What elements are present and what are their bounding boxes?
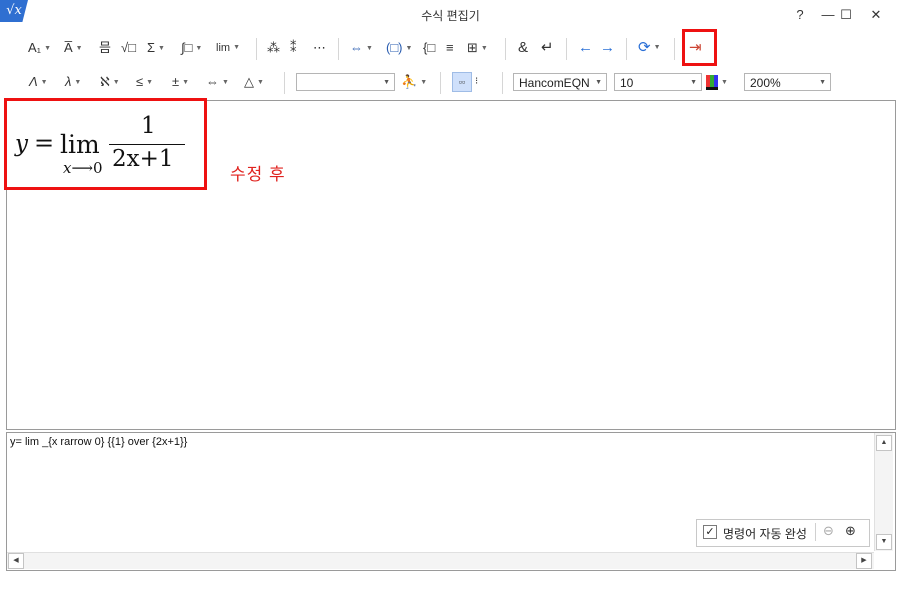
- horizontal-scrollbar[interactable]: ◀ ▶: [7, 552, 874, 569]
- vertical-scrollbar[interactable]: ▲ ▼: [874, 433, 893, 551]
- zoom-out-icon[interactable]: ⊖: [823, 523, 834, 539]
- style-format-icon: A₁: [28, 40, 42, 55]
- inline-mode-icon: ▫▫: [458, 77, 466, 87]
- lines-icon: ≡: [446, 40, 454, 55]
- toolbar-separator: [284, 72, 285, 94]
- greek-upper-icon: Λ: [29, 74, 38, 89]
- lines-button[interactable]: ≡: [446, 36, 454, 60]
- root-button[interactable]: √□: [121, 36, 136, 60]
- operator-icon: ±: [172, 74, 180, 89]
- font-combo[interactable]: HancomEQN ▼: [513, 73, 607, 91]
- toolbar-separator: [626, 38, 627, 60]
- zoom-combo[interactable]: 200% ▼: [744, 73, 831, 91]
- cases-icon: {□: [423, 40, 436, 55]
- greek-upper-button[interactable]: Λ ▼: [29, 70, 48, 94]
- ampersand-icon: &: [518, 39, 529, 56]
- text-color-button[interactable]: ▼: [706, 70, 728, 94]
- matrix-a-icon: ⁂: [267, 40, 280, 55]
- misc-symbol-button[interactable]: △ ▼: [244, 70, 264, 94]
- sum-button[interactable]: Σ ▼: [147, 36, 165, 60]
- toolbar-separator: [440, 72, 441, 94]
- display-mode-button[interactable]: ⁝: [475, 70, 478, 94]
- toolbar-row-1: A₁ ▼ A̅ ▼ 믐 √□ Σ ▼ ∫□ ▼ lim ▼ ⁂ ⁑ ⋯ ⇔ ▼ (□) ▼ {…: [0, 34, 901, 62]
- toolbar-separator: [256, 38, 257, 60]
- matrix-b-button[interactable]: ⁑: [290, 36, 297, 60]
- greek-lower-button[interactable]: λ ▼: [65, 70, 81, 94]
- integral-button[interactable]: ∫□ ▼: [181, 36, 202, 60]
- inline-mode-button[interactable]: ▫▫: [452, 72, 472, 92]
- undo-button[interactable]: ←: [578, 36, 593, 60]
- exit-button-highlight: [682, 29, 717, 66]
- cases-button[interactable]: {□: [423, 36, 435, 60]
- display-mode-icon: ⁝: [475, 76, 479, 87]
- toolbar-separator: [674, 38, 675, 60]
- toolbar-separator: [505, 38, 506, 60]
- toolbar-separator: [502, 72, 503, 94]
- limit-button[interactable]: lim ▼: [216, 36, 240, 60]
- person-icon: ⛹: [401, 74, 418, 89]
- enter-icon: ↵: [541, 39, 554, 56]
- scroll-down-button[interactable]: ▼: [876, 534, 892, 550]
- root-icon: √□: [121, 40, 136, 55]
- style-format-button[interactable]: A₁ ▼: [28, 36, 51, 60]
- grid-icon: ⊞: [467, 40, 478, 55]
- zoom-in-icon[interactable]: ⊕: [845, 523, 856, 539]
- relation-icon: ≤: [136, 74, 144, 89]
- limit-icon: lim: [216, 42, 231, 54]
- annotation-note: 수정 후: [230, 165, 286, 184]
- close-button[interactable]: ✕: [862, 4, 890, 26]
- matrix-b-icon: ⁑: [290, 40, 297, 55]
- integral-icon: ∫□: [181, 40, 193, 55]
- accent-icon: A̅: [64, 40, 73, 55]
- color-palette-icon: [706, 75, 718, 91]
- misc-symbol-icon: △: [244, 74, 254, 89]
- scroll-right-button[interactable]: ▶: [856, 553, 872, 569]
- hebrew-icon: ℵ: [100, 74, 110, 89]
- autocomplete-separator: [815, 523, 816, 541]
- parentheses-button[interactable]: (□) ▼: [386, 36, 412, 60]
- matrix-c-icon: ⋯: [313, 40, 326, 55]
- scroll-left-button[interactable]: ◀: [8, 553, 24, 569]
- brackets-icon: ⇔: [350, 40, 363, 55]
- arrows-button[interactable]: ⇔ ▼: [206, 70, 229, 94]
- refresh-icon: ⟳: [638, 39, 651, 56]
- undo-arrow-icon: ←: [578, 39, 593, 56]
- autocomplete-checkbox[interactable]: ✓: [703, 525, 717, 539]
- parentheses-icon: (□): [386, 40, 403, 55]
- brackets-button[interactable]: ⇔ ▼: [350, 36, 373, 60]
- style-combo[interactable]: ▼: [296, 73, 395, 91]
- window-title: 수식 편집기: [421, 9, 480, 23]
- accent-button[interactable]: A̅ ▼: [64, 36, 83, 60]
- greek-lower-icon: λ: [65, 74, 72, 89]
- sum-icon: Σ: [147, 40, 156, 55]
- matrix-c-button[interactable]: ⋯: [313, 36, 326, 60]
- autocomplete-label: 명령어 자동 완성: [723, 527, 807, 541]
- redo-button[interactable]: →: [600, 36, 615, 60]
- hebrew-button[interactable]: ℵ ▼: [100, 70, 120, 94]
- title-bar: √x 수식 편집기 ? — ☐ ✕: [0, 0, 901, 30]
- grid-button[interactable]: ⊞ ▼: [467, 36, 488, 60]
- toolbar-separator: [566, 38, 567, 60]
- color-picker-button[interactable]: ⛹ ▼: [401, 70, 427, 94]
- ampersand-button[interactable]: &: [518, 36, 528, 60]
- size-combo[interactable]: 10 ▼: [614, 73, 702, 91]
- operator-button[interactable]: ± ▼: [172, 70, 189, 94]
- autocomplete-panel: ✓ 명령어 자동 완성 ⊖ ⊕: [696, 519, 870, 547]
- arrows-icon: ⇔: [206, 74, 219, 89]
- help-button[interactable]: ?: [786, 4, 814, 26]
- redo-arrow-icon: →: [600, 39, 615, 56]
- fraction-button[interactable]: 믐: [99, 36, 111, 60]
- enter-button[interactable]: ↵: [541, 36, 554, 60]
- refresh-button[interactable]: ⟳ ▼: [638, 36, 661, 60]
- maximize-button[interactable]: ☐: [832, 4, 860, 26]
- relation-button[interactable]: ≤ ▼: [136, 70, 153, 94]
- toolbar-separator: [338, 38, 339, 60]
- fraction-icon: 믐: [99, 40, 111, 55]
- scroll-up-button[interactable]: ▲: [876, 435, 892, 451]
- matrix-a-button[interactable]: ⁂: [267, 36, 280, 60]
- script-text[interactable]: y= lim _{x rarrow 0} {{1} over {2x+1}}: [10, 436, 187, 448]
- script-editor[interactable]: [6, 432, 896, 571]
- toolbar-row-2: Λ ▼ λ ▼ ℵ ▼ ≤ ▼ ± ▼ ⇔ ▼ △ ▼ ▼ ⛹ ▼ ▫▫ ⁝ HancomEQN…: [0, 68, 901, 96]
- equation-highlight: [4, 98, 207, 190]
